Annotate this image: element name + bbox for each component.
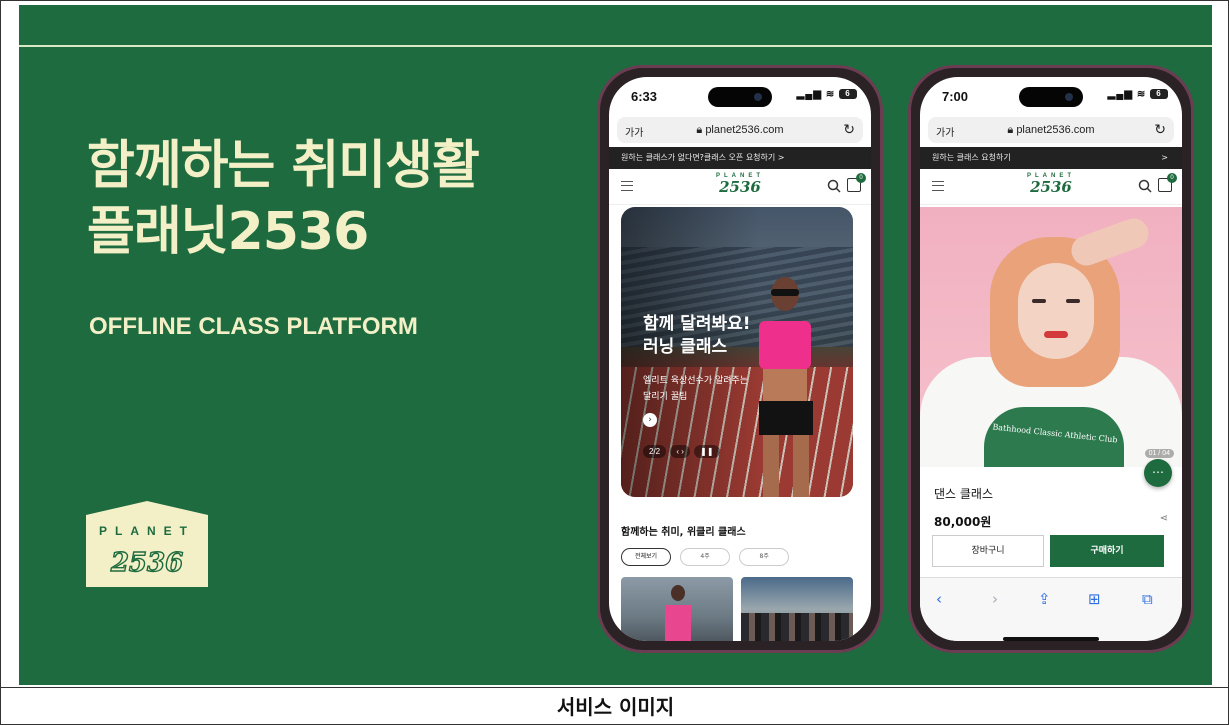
banner-divider — [19, 45, 1212, 47]
cart-count-badge: 0 — [1167, 173, 1177, 183]
status-indicators: ▂▄▆ ≋ 6 — [1108, 89, 1168, 100]
status-time: 6:33 — [631, 89, 658, 104]
lock-icon: 🔒︎ — [696, 124, 706, 136]
dynamic-island — [1019, 87, 1083, 107]
buy-button[interactable]: 구매하기 — [1050, 535, 1164, 567]
logo-word: PLANET — [99, 524, 195, 538]
safari-toolbar: ‹ › ⇪ ⊞ ⧉ — [920, 577, 1182, 641]
share-sheet-icon[interactable]: ⇪ — [1038, 590, 1051, 608]
url-text: 🔒︎ planet2536.com — [928, 124, 1174, 137]
reload-icon[interactable]: ↻ — [843, 121, 855, 138]
banner-subline: OFFLINE CLASS PLATFORM — [89, 313, 418, 340]
search-icon[interactable] — [827, 179, 841, 193]
chip-4-weeks[interactable]: 4주 — [680, 548, 731, 566]
reload-icon[interactable]: ↻ — [1154, 121, 1166, 138]
site-logo-number: 2536 — [719, 178, 761, 196]
site-navbar: PLANET 2536 0 — [920, 169, 1182, 205]
image-counter: 01 / 04 — [1144, 449, 1174, 458]
class-thumbnail[interactable] — [621, 577, 733, 641]
battery-icon: 6 — [1150, 89, 1168, 100]
site-logo[interactable]: PLANET 2536 — [715, 173, 765, 195]
url-value: planet2536.com — [705, 124, 784, 136]
class-thumbnail[interactable] — [741, 577, 853, 641]
hero-title-line-1: 함께 달려봐요! — [643, 314, 751, 334]
url-value: planet2536.com — [1016, 124, 1095, 136]
hero-sub-line-1: 엘리트 육상선수가 알려주는 — [643, 376, 749, 386]
filter-chips: 전체보기 4주 8주 — [621, 543, 793, 566]
hero-title-line-2: 러닝 클래스 — [643, 337, 728, 357]
promo-banner[interactable]: 원하는 클래스가 없다면?클래스 오픈 요청하기 > — [609, 147, 871, 169]
chip-8-weeks[interactable]: 8주 — [739, 548, 790, 566]
slide-counter: 2/2 — [643, 445, 667, 458]
add-to-cart-button[interactable]: 장바구니 — [932, 535, 1044, 567]
planet-logo: PLANET 2536 — [86, 501, 208, 587]
site-logo[interactable]: PLANET 2536 — [1026, 173, 1076, 195]
bag-icon[interactable]: 0 — [847, 173, 866, 192]
chat-icon[interactable]: ⋯ — [1144, 459, 1172, 487]
banner-headline: 함께하는 취미생활 플래닛2536 — [87, 133, 480, 265]
site-navbar: PLANET 2536 0 — [609, 169, 871, 205]
product-name: 댄스 클래스 — [934, 487, 994, 501]
phone-home-screen: 6:33 ▂▄▆ ≋ 6 가가 🔒︎ planet2536.com ↻ 원하는 … — [609, 77, 871, 641]
figure-caption: 서비스 이미지 — [1, 687, 1229, 725]
url-text: 🔒︎ planet2536.com — [617, 124, 863, 137]
prev-next-icon[interactable]: ‹ › — [670, 445, 690, 458]
hero-subtitle: 엘리트 육상선수가 알려주는 달리기 꿀팁 — [643, 373, 748, 405]
section-title: 함께하는 취미, 위클리 클래스 — [621, 527, 746, 538]
banner: 함께하는 취미생활 플래닛2536 OFFLINE CLASS PLATFORM… — [19, 5, 1212, 685]
battery-icon: 6 — [839, 89, 857, 100]
site-logo-number: 2536 — [1030, 178, 1072, 196]
share-icon[interactable]: ⋖ — [1160, 513, 1168, 524]
figure-frame: 함께하는 취미생활 플래닛2536 OFFLINE CLASS PLATFORM… — [0, 0, 1229, 725]
bag-icon[interactable]: 0 — [1158, 173, 1177, 192]
address-bar[interactable]: 가가 🔒︎ planet2536.com ↻ — [617, 117, 863, 143]
promo-arrow: > — [1161, 153, 1168, 162]
cart-count-badge: 0 — [856, 173, 866, 183]
phone-home: 6:33 ▂▄▆ ≋ 6 가가 🔒︎ planet2536.com ↻ 원하는 … — [597, 65, 883, 653]
pause-icon[interactable]: ❚❚ — [694, 445, 720, 458]
menu-icon[interactable] — [932, 181, 944, 191]
promo-text: 원하는 클래스 요청하기 — [932, 153, 1011, 162]
promo-banner[interactable]: 원하는 클래스 요청하기 > — [920, 147, 1182, 169]
headline-line-1: 함께하는 취미생활 — [87, 136, 480, 196]
hero-arrow-button[interactable]: › — [643, 413, 657, 427]
hero-slide-running[interactable]: 함께 달려봐요! 러닝 클래스 엘리트 육상선수가 알려주는 달리기 꿀팁 › … — [621, 207, 853, 497]
forward-icon[interactable]: › — [992, 590, 998, 608]
home-indicator — [1003, 637, 1099, 641]
address-bar[interactable]: 가가 🔒︎ planet2536.com ↻ — [928, 117, 1174, 143]
slider-controls: 2/2 ‹ › ❚❚ — [643, 445, 722, 458]
status-indicators: ▂▄▆ ≋ 6 — [797, 89, 857, 100]
hero-sub-line-2: 달리기 꿀팁 — [643, 392, 688, 402]
chip-all[interactable]: 전체보기 — [621, 548, 671, 566]
menu-icon[interactable] — [621, 181, 633, 191]
product-image[interactable]: Bathhood Classic Athletic Club — [920, 207, 1182, 467]
logo-number: 2536 — [110, 548, 183, 578]
phone-product: 7:00 ▂▄▆ ≋ 6 가가 🔒︎ planet2536.com ↻ 원하는 … — [908, 65, 1194, 653]
status-time: 7:00 — [942, 89, 969, 104]
tabs-icon[interactable]: ⧉ — [1142, 590, 1153, 608]
back-icon[interactable]: ‹ — [936, 590, 942, 608]
phone-product-screen: 7:00 ▂▄▆ ≋ 6 가가 🔒︎ planet2536.com ↻ 원하는 … — [920, 77, 1182, 641]
headline-line-2: 플래닛2536 — [87, 202, 369, 262]
bookmarks-icon[interactable]: ⊞ — [1088, 590, 1101, 608]
search-icon[interactable] — [1138, 179, 1152, 193]
promo-text: 원하는 클래스가 없다면?클래스 오픈 요청하기 > — [621, 153, 785, 162]
product-price: 80,000원 — [934, 515, 992, 529]
hero-title: 함께 달려봐요! 러닝 클래스 — [643, 313, 751, 359]
dynamic-island — [708, 87, 772, 107]
lock-icon: 🔒︎ — [1007, 124, 1017, 136]
